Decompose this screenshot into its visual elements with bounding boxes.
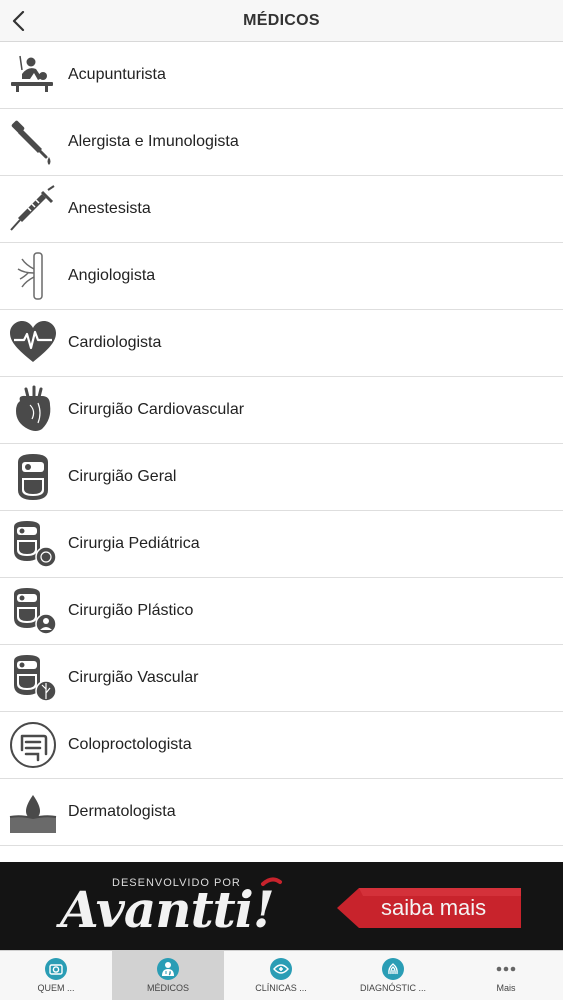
tab-label: CLÍNICAS ... <box>255 983 307 993</box>
list-item-cirurgiao-plastico[interactable]: Cirurgião Plástico <box>0 578 563 645</box>
dropper-icon <box>11 120 51 165</box>
list-item-label: Coloproctologista <box>68 736 192 753</box>
surgeon-vein-icon <box>14 655 57 702</box>
list-item-label: Angiologista <box>68 267 156 284</box>
list-item-cirurgia-pediatrica[interactable]: Cirurgia Pediátrica <box>0 511 563 578</box>
tab-quem[interactable]: QUEM ... <box>0 951 112 1000</box>
list-item-anestesista[interactable]: Anestesista <box>0 176 563 243</box>
list-item-label: Cardiologista <box>68 334 162 351</box>
list-item-alergista[interactable]: Alergista e Imunologista <box>0 109 563 176</box>
anatomical-heart-icon <box>16 385 51 431</box>
saiba-mais-label: saiba mais <box>381 895 487 920</box>
list-item-label: Cirurgião Cardiovascular <box>68 401 245 418</box>
list-item-label: Dermatologista <box>68 803 176 820</box>
tab-label: QUEM ... <box>37 983 75 993</box>
list-item-coloproctologista[interactable]: Coloproctologista <box>0 712 563 779</box>
camera-icon <box>45 958 67 980</box>
heart-pulse-icon <box>10 321 56 362</box>
chevron-left-icon <box>12 11 25 31</box>
tab-medicos[interactable]: MÉDICOS <box>112 951 224 1000</box>
syringe-icon <box>10 185 55 231</box>
fingerprint-icon <box>382 958 404 980</box>
list-item-label: Cirurgia Pediátrica <box>68 535 200 552</box>
tab-diagnostico[interactable]: DIAGNÓSTIC ... <box>337 951 449 1000</box>
page-title: MÉDICOS <box>243 12 320 29</box>
doctor-icon <box>157 958 179 980</box>
list-item-acupunturista[interactable]: Acupunturista <box>0 42 563 109</box>
list-item-angiologista[interactable]: Angiologista <box>0 243 563 310</box>
nav-header: MÉDICOS <box>0 0 563 42</box>
list-item-label: Anestesista <box>68 200 151 217</box>
tab-label: DIAGNÓSTIC ... <box>359 983 426 993</box>
tab-mais[interactable]: Mais <box>450 951 562 1000</box>
tab-label: Mais <box>496 983 516 993</box>
intestine-icon <box>10 722 56 768</box>
surgeon-icon <box>18 454 48 500</box>
back-button[interactable] <box>6 4 38 38</box>
developed-by-label: DESENVOLVIDO POR <box>112 877 241 889</box>
list-item-label: Alergista e Imunologista <box>68 133 239 150</box>
list-item-label: Cirurgião Vascular <box>68 669 199 686</box>
list-item-label: Cirurgião Geral <box>68 468 177 485</box>
developer-banner[interactable]: Avantti! DESENVOLVIDO POR saiba mais <box>0 862 563 950</box>
list-item-label: Cirurgião Plástico <box>68 602 194 619</box>
skin-drop-icon <box>9 795 57 833</box>
surgeon-face-icon <box>14 588 57 635</box>
tab-label: MÉDICOS <box>146 983 189 993</box>
vein-icon <box>17 252 43 300</box>
list-item-dermatologista[interactable]: Dermatologista <box>0 779 563 846</box>
acupuncture-icon <box>11 55 53 92</box>
specialty-list: Acupunturista Alergista e Imunologista A… <box>0 42 563 846</box>
list-item-cardiologista[interactable]: Cardiologista <box>0 310 563 377</box>
more-dots-icon <box>496 966 516 972</box>
tab-clinicas[interactable]: CLÍNICAS ... <box>225 951 337 1000</box>
clinic-icon <box>270 958 292 980</box>
surgeon-baby-icon <box>14 521 57 568</box>
list-item-label: Acupunturista <box>68 66 166 83</box>
list-item-cirurgiao-vascular[interactable]: Cirurgião Vascular <box>0 645 563 712</box>
tab-bar: QUEM ... MÉDICOS CLÍNICAS ... DIAGNÓSTIC… <box>0 950 563 1000</box>
list-item-cirurgiao-geral[interactable]: Cirurgião Geral <box>0 444 563 511</box>
saiba-mais-button[interactable]: saiba mais <box>337 886 521 930</box>
list-item-cirurgiao-cardiovascular[interactable]: Cirurgião Cardiovascular <box>0 377 563 444</box>
